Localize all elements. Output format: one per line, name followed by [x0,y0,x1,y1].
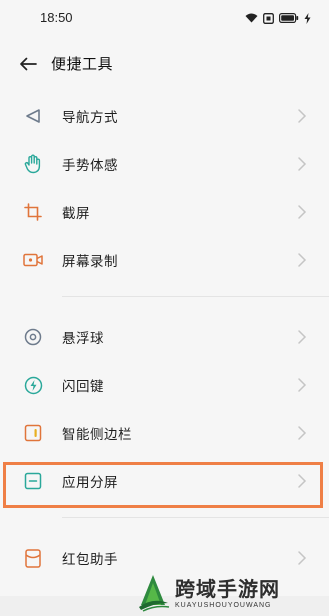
chevron-right-icon [298,330,307,344]
crop-icon [23,202,43,222]
list-item-flashback-key[interactable]: 闪回键 [0,361,329,409]
status-time: 18:50 [40,10,73,25]
chevron-right-icon [298,474,307,488]
gesture-icon [23,154,43,174]
list-item-floating-ball[interactable]: 悬浮球 [0,313,329,361]
tools-section-2: 悬浮球 闪回键 智能侧边栏 应用分屏 [0,313,329,505]
list-item-smart-sidebar[interactable]: 智能侧边栏 [0,409,329,457]
list-item-label: 智能侧边栏 [62,427,132,443]
list-item-navigation[interactable]: 导航方式 [0,92,329,140]
header: 便捷工具 [0,44,329,82]
list-item-gesture[interactable]: 手势体感 [0,140,329,188]
watermark-name-en: KUAYUSHOUYOUWANG [175,601,272,609]
watermark-name: 跨域手游网 [175,576,280,601]
wifi-icon [245,13,258,23]
list-item-label: 红包助手 [62,552,118,568]
list-item-label: 应用分屏 [62,475,118,491]
chevron-right-icon [298,253,307,267]
tools-section-1: 导航方式 手势体感 截屏 屏幕录制 [0,92,329,284]
chevron-right-icon [298,157,307,171]
chevron-right-icon [298,378,307,392]
list-item-label: 悬浮球 [62,331,104,347]
navigation-icon [23,106,43,126]
smart-sidebar-icon [23,423,43,443]
list-item-label: 闪回键 [62,379,104,395]
charging-icon [304,12,311,24]
floating-ball-icon [23,327,43,347]
list-item-screen-record[interactable]: 屏幕录制 [0,236,329,284]
chevron-right-icon [298,551,307,565]
chevron-right-icon [298,426,307,440]
status-bar: 18:50 [0,0,329,36]
list-item-screenshot[interactable]: 截屏 [0,188,329,236]
watermark-logo-icon [139,575,170,612]
list-item-split-screen[interactable]: 应用分屏 [0,457,329,505]
page-title: 便捷工具 [51,55,114,73]
status-icons [245,12,311,24]
section-divider [62,296,329,297]
back-button[interactable] [14,50,42,78]
chevron-right-icon [298,109,307,123]
section-divider [62,517,329,518]
watermark: 跨域手游网 KUAYUSHOUYOUWANG [135,570,323,616]
battery-icon [279,13,299,23]
screen-record-icon [23,250,43,270]
list-item-label: 截屏 [62,206,90,222]
back-arrow-icon [20,57,37,71]
split-screen-icon [23,471,43,491]
red-packet-icon [23,548,43,568]
list-item-label: 手势体感 [62,158,118,174]
flashback-key-icon [23,375,43,395]
list-item-label: 导航方式 [62,110,118,126]
list-item-label: 屏幕录制 [62,254,118,270]
chevron-right-icon [298,205,307,219]
screen-icon [263,12,274,24]
